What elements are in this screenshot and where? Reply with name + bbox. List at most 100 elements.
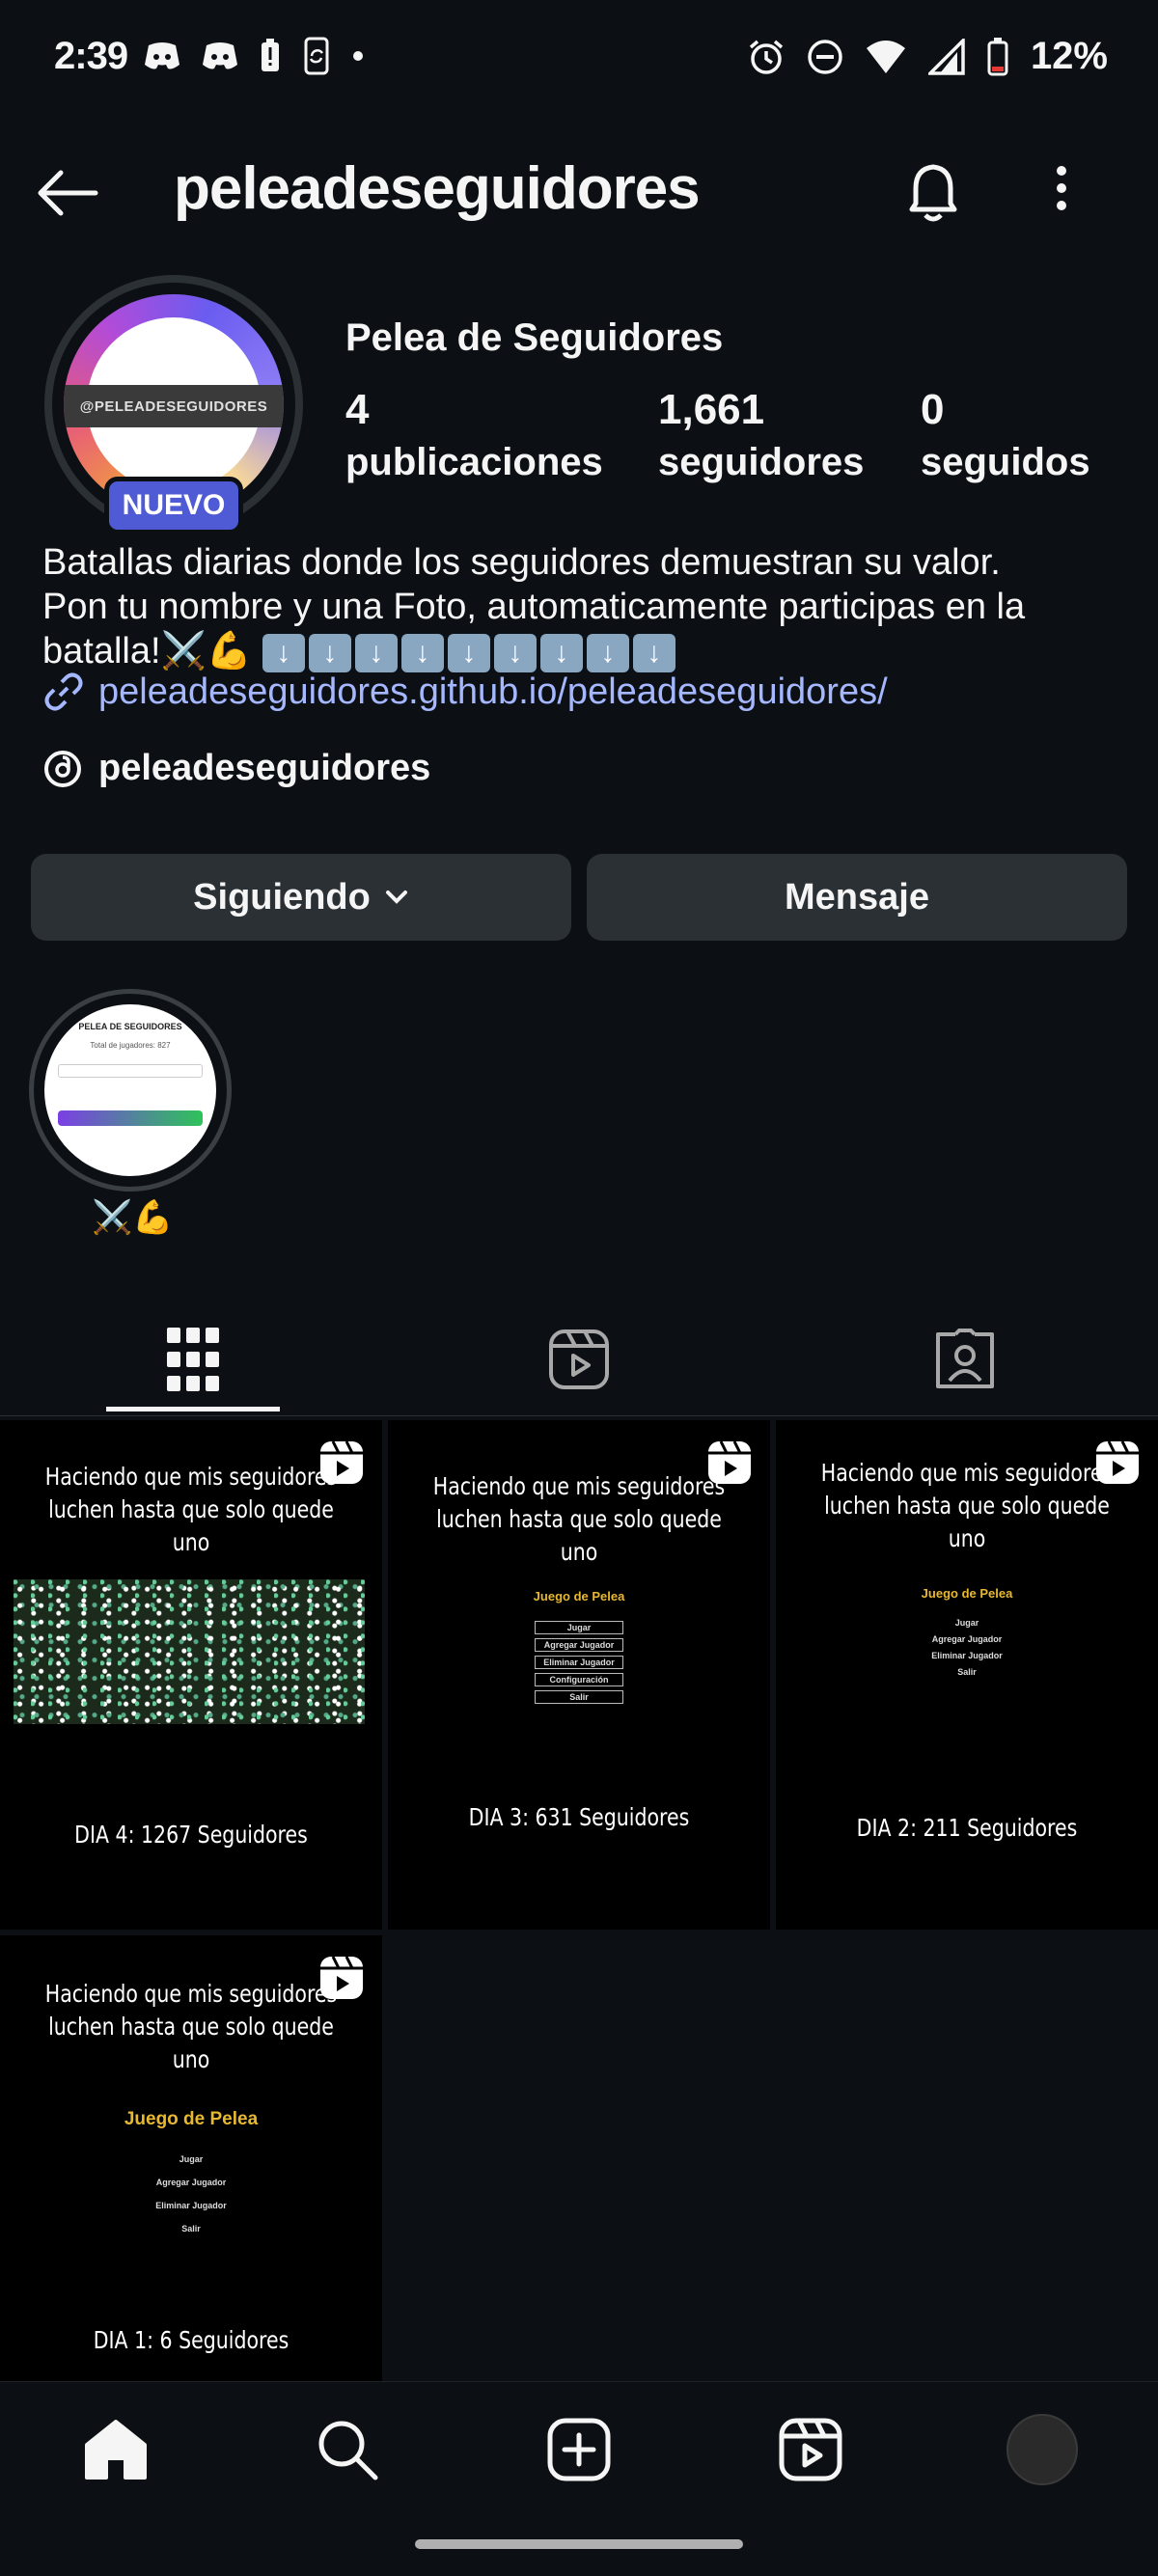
nav-home[interactable] — [68, 2411, 164, 2488]
profile-link-text[interactable]: peleadeseguidores.github.io/peleadesegui… — [98, 671, 888, 713]
reel-badge-icon — [1096, 1440, 1139, 1484]
do-not-disturb-icon — [808, 39, 842, 74]
menu-item: Jugar — [535, 1621, 623, 1634]
post-caption: Haciendo que mis seguidores luchen hasta … — [44, 1980, 338, 2073]
link-icon — [44, 672, 83, 711]
battery-alert-icon — [262, 39, 279, 71]
message-button-label: Mensaje — [785, 876, 929, 918]
tab-posts-grid[interactable] — [0, 1302, 386, 1416]
highlight-label: ⚔️💪 — [92, 1199, 174, 1236]
search-icon — [318, 2421, 378, 2480]
new-badge: NUEVO — [104, 477, 243, 534]
arrow-down-icon: ↓ — [400, 633, 444, 672]
bio: Batallas diarias donde los seguidores de… — [42, 540, 1133, 673]
bio-line-1: Batallas diarias donde los seguidores de… — [42, 542, 1001, 583]
highlight-subtitle: Total de jugadores: 827 — [90, 1041, 171, 1050]
menu-item: Eliminar Jugador — [535, 1656, 623, 1669]
profile-avatar-icon — [1006, 2414, 1078, 2485]
highlight-button-mock — [58, 1110, 203, 1126]
more-options-button[interactable] — [1052, 159, 1090, 233]
nav-reels[interactable] — [762, 2411, 859, 2488]
gesture-bar[interactable] — [415, 2539, 743, 2549]
dot-icon — [353, 51, 363, 61]
nav-profile[interactable] — [994, 2411, 1090, 2488]
reel-badge-icon — [320, 1956, 363, 1999]
display-name: Pelea de Seguidores — [345, 316, 724, 359]
profile-link[interactable]: peleadeseguidores.github.io/peleadesegui… — [42, 671, 888, 713]
down-arrow-emojis: ↓ ↓ ↓ ↓ ↓ ↓ ↓ ↓ ↓ — [262, 633, 676, 672]
avatar-text: @PELEADESEGUIDORES — [64, 385, 284, 427]
discord-icon — [145, 42, 179, 69]
highlight-thumbnail[interactable]: PELEA DE SEGUIDORES Total de jugadores: … — [44, 1004, 216, 1176]
reels-icon — [779, 2418, 842, 2481]
following-button-label: Siguiendo — [193, 876, 371, 918]
post-footer: DIA 3: 631 Seguidores — [468, 1803, 690, 1831]
nav-search[interactable] — [299, 2411, 396, 2488]
arrow-down-icon: ↓ — [586, 633, 629, 672]
discord-icon — [203, 42, 237, 69]
reels-icon — [549, 1329, 609, 1389]
tab-tagged[interactable] — [772, 1302, 1158, 1416]
nav-create[interactable] — [531, 2411, 627, 2488]
status-bar: 2:39 12% — [0, 0, 1158, 116]
post-tile[interactable]: Haciendo que mis seguidores luchen hasta … — [388, 1420, 770, 1930]
profile-tabs — [0, 1302, 1158, 1416]
grid-icon — [167, 1328, 219, 1391]
highlight-input-mock — [58, 1064, 203, 1078]
highlight-title: PELEA DE SEGUIDORES — [78, 1022, 182, 1031]
posts-stat[interactable]: 4 publicaciones — [345, 384, 603, 488]
arrow-down-icon: ↓ — [308, 633, 351, 672]
post-tile[interactable]: Haciendo que mis seguidores luchen hasta … — [0, 1935, 382, 2381]
menu-title: Juego de Pelea — [921, 1586, 1013, 1601]
notifications-button[interactable] — [902, 159, 976, 233]
followers-count: 1,661 — [658, 386, 765, 433]
message-button[interactable]: Mensaje — [587, 854, 1127, 941]
menu-item: Eliminar Jugador — [931, 1651, 1003, 1660]
signal-icon — [927, 38, 965, 75]
home-icon — [85, 2420, 147, 2480]
following-button[interactable]: Siguiendo — [31, 854, 571, 941]
reel-badge-icon — [708, 1440, 751, 1484]
header-username: peleadeseguidores — [174, 155, 701, 222]
menu-item: Jugar — [179, 2154, 204, 2164]
battery-icon — [987, 37, 1008, 75]
post-caption: Haciendo que mis seguidores luchen hasta … — [820, 1459, 1114, 1552]
back-button[interactable] — [29, 159, 106, 227]
tagged-user-icon — [936, 1329, 994, 1388]
threads-badge[interactable]: peleadeseguidores — [42, 748, 430, 789]
following-count: 0 — [921, 386, 945, 433]
menu-title: Juego de Pelea — [124, 2109, 259, 2129]
arrow-down-icon: ↓ — [539, 633, 583, 672]
post-footer: DIA 1: 6 Seguidores — [93, 2326, 290, 2354]
chevron-down-icon — [385, 891, 407, 904]
arrow-down-icon: ↓ — [447, 633, 490, 672]
post-footer: DIA 2: 211 Seguidores — [856, 1814, 1078, 1842]
menu-item: Agregar Jugador — [931, 1634, 1003, 1644]
menu-item: Configuración — [535, 1673, 623, 1686]
post-footer: DIA 4: 1267 Seguidores — [74, 1821, 308, 1849]
post-tile[interactable]: Haciendo que mis seguidores luchen hasta … — [776, 1420, 1158, 1930]
menu-item: Salir — [181, 2224, 201, 2233]
menu-item: Salir — [535, 1690, 623, 1704]
tab-reels[interactable] — [386, 1302, 772, 1416]
bell-icon — [909, 164, 957, 222]
posts-label: publicaciones — [345, 441, 603, 483]
followers-stat[interactable]: 1,661 seguidores — [658, 384, 864, 488]
post-tile[interactable]: Haciendo que mis seguidores luchen hasta … — [0, 1420, 382, 1930]
arrow-left-icon — [38, 170, 98, 216]
posts-count: 4 — [345, 386, 370, 433]
battery-percent: 12% — [1030, 35, 1108, 77]
phone-sync-icon — [304, 37, 329, 75]
post-caption: Haciendo que mis seguidores luchen hasta … — [44, 1463, 338, 1556]
following-stat[interactable]: 0 seguidos — [921, 384, 1090, 488]
active-tab-indicator — [106, 1407, 280, 1411]
menu-item: Agregar Jugador — [155, 2178, 227, 2187]
menu-item: Jugar — [954, 1618, 979, 1628]
followers-label: seguidores — [658, 441, 865, 483]
menu-item: Eliminar Jugador — [155, 2201, 227, 2210]
threads-icon — [44, 750, 81, 787]
more-vertical-icon — [1057, 166, 1066, 210]
notification-icons — [143, 37, 365, 75]
arrow-down-icon: ↓ — [262, 633, 305, 672]
reel-badge-icon — [320, 1440, 363, 1484]
